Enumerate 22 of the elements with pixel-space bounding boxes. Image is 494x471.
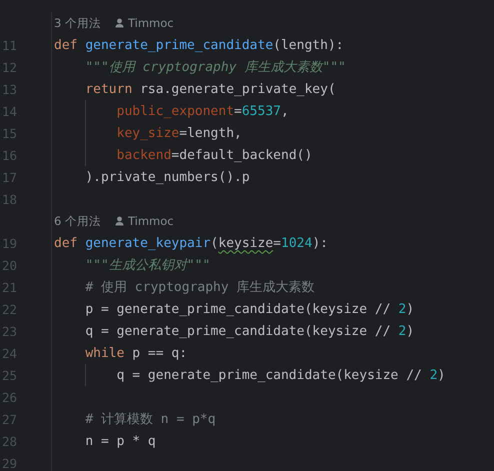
code-line: def generate_prime_candidate(length): [54,38,344,52]
code-line: q = generate_prime_candidate(keysize // 2) [116,368,446,382]
code-line: backend=default_backend() [116,148,312,162]
author-name: Timmoc [128,214,174,228]
code-line: n = p * q [85,434,156,448]
code-line: """使用 cryptography 库生成大素数""" [85,59,346,76]
code-line: """生成公私钥对""" [85,257,210,274]
person-icon [114,18,124,28]
usages-link[interactable]: 6 个用法 [54,214,101,228]
code-line: ).private_numbers().p [85,170,250,184]
code-line: while p == q: [85,346,188,360]
person-icon [114,216,124,226]
author-name: Timmoc [128,16,174,30]
usages-link[interactable]: 3 个用法 [54,16,101,30]
code-line: q = generate_prime_candidate(keysize // 2) [85,324,414,338]
code-line: # 计算模数 n = p*q [85,411,216,428]
code-line: p = generate_prime_candidate(keysize // 2) [85,302,414,316]
code-line: return rsa.generate_private_key( [85,82,336,96]
code-line: def generate_keypair(keysize=1024): [54,236,328,250]
code-line: key_size=length, [116,126,242,140]
code-line: # 使用 cryptography 库生成大素数 [85,279,315,296]
code-line: public_exponent=65537, [116,104,289,118]
